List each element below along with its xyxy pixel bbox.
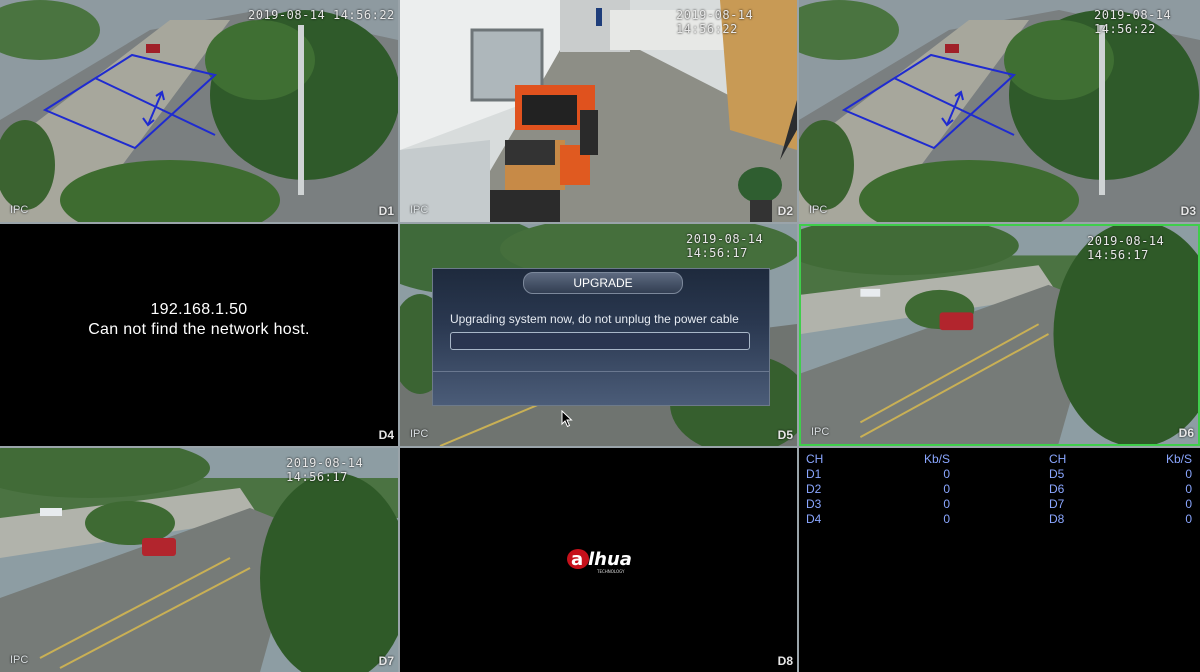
channel-name: D3 [806,497,822,511]
timestamp: 2019-08-14 14:56:17 [1087,234,1165,262]
channel-label: D6 [1178,426,1194,440]
bitrate-table: CH Kb/S CH Kb/S D1 0 D5 0 D2 0 D6 0 D3 0… [800,448,1200,672]
source-label: IPC [809,204,828,216]
channel-tile-d6[interactable]: 2019-08-14 14:56:17 IPC D6 [799,224,1200,446]
header-kbs: Kb/S [923,452,950,466]
dahua-logo-mark: a lhua TECHNOLOGY [567,549,632,574]
channel-label: D5 [777,428,793,442]
header-kbs: Kb/S [1165,452,1192,466]
channel-name: D4 [806,512,822,526]
error-text: Can not find the network host. [88,321,310,338]
channel-label: D7 [378,654,394,668]
host-ip: 192.168.1.50 [150,301,248,318]
upgrade-dialog: UPGRADE Upgrading system now, do not unp… [432,268,770,406]
channel-tile-d4[interactable]: 192.168.1.50 Can not find the network ho… [0,224,398,446]
camera-scene-parking [0,0,398,222]
channel-bitrate: 0 [1185,482,1192,496]
header-ch: CH [1049,452,1067,466]
source-label: IPC [10,654,29,666]
svg-text:TECHNOLOGY: TECHNOLOGY [596,569,625,574]
channel-bitrate: 0 [943,482,950,496]
dahua-logo: a lhua TECHNOLOGY [566,545,642,582]
channel-name: D6 [1049,482,1065,496]
dialog-title: UPGRADE [523,272,683,294]
channel-tile-d7[interactable]: 2019-08-14 14:56:17 IPC D7 [0,448,398,672]
channel-label: D8 [777,654,793,668]
channel-bitrate: 0 [943,467,950,481]
channel-tile-d1[interactable]: 2019-08-14 14:56:22 IPC D1 [0,0,398,222]
channel-label: D1 [378,204,394,218]
channel-bitrate: 0 [1185,497,1192,511]
channel-name: D8 [1049,512,1065,526]
source-label: IPC [410,428,429,440]
channel-tile-d3[interactable]: 2019-08-14 14:56:22 IPC D3 [799,0,1200,222]
source-label: IPC [10,204,29,216]
timestamp: 2019-08-14 14:56:22 [676,8,754,36]
channel-label: D2 [777,204,793,218]
channel-name: D7 [1049,497,1065,511]
dialog-divider [433,371,769,372]
channel-bitrate: 0 [1185,467,1192,481]
channel-bitrate: 0 [943,497,950,511]
channel-tile-d2[interactable]: 2019-08-14 14:56:22 IPC D2 [400,0,797,222]
channel-bitrate: 0 [1185,512,1192,526]
upgrade-progress-bar [450,332,750,350]
upgrade-message: Upgrading system now, do not unplug the … [450,312,739,326]
channel-label: D4 [378,428,394,442]
timestamp: 2019-08-14 14:56:22 [1094,8,1172,36]
svg-text:a: a [571,549,583,570]
source-label: IPC [410,204,429,216]
no-connection-message: 192.168.1.50 Can not find the network ho… [0,300,398,340]
timestamp: 2019-08-14 14:56:22 [248,8,395,22]
timestamp: 2019-08-14 14:56:17 [286,456,364,484]
mouse-cursor-icon [561,410,573,428]
channel-label: D3 [1180,204,1196,218]
source-label: IPC [811,426,830,438]
channel-bitrate: 0 [943,512,950,526]
timestamp: 2019-08-14 14:56:17 [686,232,764,260]
channel-name: D1 [806,467,822,481]
channel-name: D2 [806,482,822,496]
header-ch: CH [806,452,824,466]
svg-text:lhua: lhua [588,549,632,570]
channel-name: D5 [1049,467,1065,481]
